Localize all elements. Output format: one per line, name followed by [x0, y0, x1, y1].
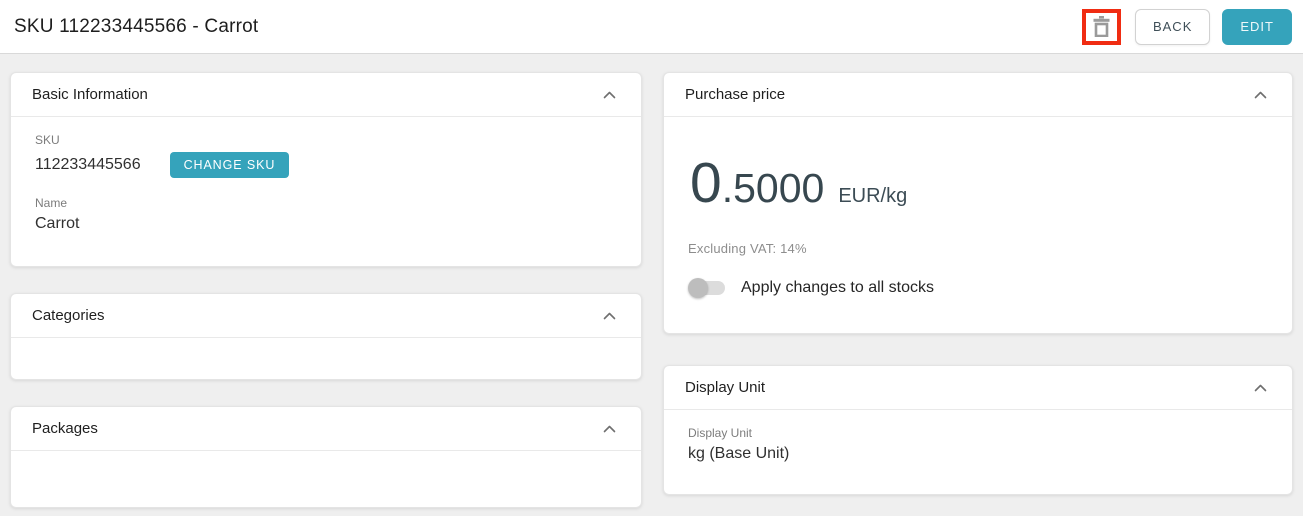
price-display: 0 .5000 EUR/kg	[690, 155, 1268, 212]
packages-collapse-button[interactable]	[599, 421, 620, 437]
chevron-up-icon	[603, 312, 616, 320]
categories-collapse-button[interactable]	[599, 308, 620, 324]
chevron-up-icon	[603, 425, 616, 433]
delete-button-highlight	[1082, 9, 1121, 45]
header-actions: BACK EDIT	[1082, 9, 1292, 45]
categories-header: Categories	[11, 294, 641, 338]
purchase-price-body: 0 .5000 EUR/kg Excluding VAT: 14% Apply …	[664, 117, 1292, 314]
display-unit-title: Display Unit	[685, 379, 765, 396]
purchase-price-collapse-button[interactable]	[1250, 87, 1271, 103]
left-column: Basic Information SKU 112233445566 CHANG…	[10, 72, 642, 508]
page-title: SKU 112233445566 - Carrot	[14, 16, 258, 38]
trash-icon	[1093, 16, 1110, 37]
categories-card: Categories	[10, 293, 642, 380]
name-value: Carrot	[35, 215, 617, 233]
price-unit: EUR/kg	[838, 185, 907, 208]
basic-information-card: Basic Information SKU 112233445566 CHANG…	[10, 72, 642, 267]
apply-changes-toggle[interactable]	[688, 278, 725, 298]
price-integer: 0	[690, 155, 722, 212]
display-unit-body: Display Unit kg (Base Unit)	[664, 410, 1292, 479]
purchase-price-header: Purchase price	[664, 73, 1292, 117]
purchase-price-title: Purchase price	[685, 86, 785, 103]
display-unit-card: Display Unit Display Unit kg (Base Unit)	[663, 365, 1293, 495]
sku-value: 112233445566	[35, 156, 141, 174]
apply-changes-row: Apply changes to all stocks	[688, 278, 1268, 298]
packages-header: Packages	[11, 407, 641, 451]
name-label: Name	[35, 196, 617, 210]
apply-changes-label: Apply changes to all stocks	[741, 279, 934, 297]
purchase-price-card: Purchase price 0 .5000 EUR/kg Excluding …	[663, 72, 1293, 334]
display-unit-collapse-button[interactable]	[1250, 380, 1271, 396]
edit-button[interactable]: EDIT	[1222, 9, 1292, 45]
packages-title: Packages	[32, 420, 98, 437]
back-button[interactable]: BACK	[1135, 9, 1210, 45]
categories-body	[11, 338, 641, 370]
content-area: Basic Information SKU 112233445566 CHANG…	[0, 55, 1303, 516]
delete-button[interactable]	[1093, 16, 1110, 37]
display-unit-value: kg (Base Unit)	[688, 445, 1268, 463]
chevron-up-icon	[1254, 91, 1267, 99]
packages-card: Packages	[10, 406, 642, 508]
right-column: Purchase price 0 .5000 EUR/kg Excluding …	[663, 72, 1293, 495]
toggle-thumb	[688, 278, 708, 298]
vat-note: Excluding VAT: 14%	[688, 241, 1268, 256]
sku-row: 112233445566 CHANGE SKU	[35, 152, 617, 178]
display-unit-label: Display Unit	[688, 426, 1268, 440]
basic-information-header: Basic Information	[11, 73, 641, 117]
sku-label: SKU	[35, 133, 617, 147]
chevron-up-icon	[603, 91, 616, 99]
categories-title: Categories	[32, 307, 105, 324]
basic-information-collapse-button[interactable]	[599, 87, 620, 103]
header-bar: SKU 112233445566 - Carrot BACK EDIT	[0, 0, 1303, 54]
basic-information-title: Basic Information	[32, 86, 148, 103]
chevron-up-icon	[1254, 384, 1267, 392]
change-sku-button[interactable]: CHANGE SKU	[170, 152, 290, 178]
packages-body	[11, 451, 641, 483]
basic-information-body: SKU 112233445566 CHANGE SKU Name Carrot	[11, 117, 641, 249]
price-decimal: .5000	[722, 168, 825, 209]
display-unit-header: Display Unit	[664, 366, 1292, 410]
